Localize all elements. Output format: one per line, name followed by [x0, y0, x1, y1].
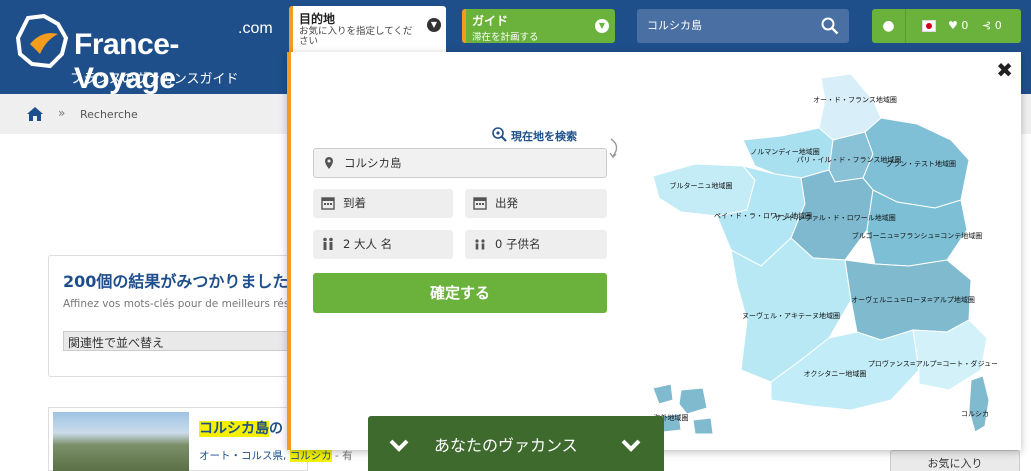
chevron-down-icon: ▼	[595, 19, 609, 33]
map-pin-icon	[325, 157, 333, 169]
calendar-icon	[321, 197, 335, 210]
france-map-logo-icon	[15, 14, 69, 69]
favorites-counter[interactable]: ♥ 0	[948, 9, 968, 43]
confirm-button[interactable]: 確定する	[313, 273, 607, 313]
user-icon[interactable]: ●	[872, 9, 906, 43]
close-icon[interactable]: ✖	[996, 58, 1013, 82]
adults-select[interactable]: 2 大人 名	[313, 230, 453, 259]
geolocate-link[interactable]: 現在地を検索	[511, 128, 577, 144]
listing-meta-highlight: コルシカ	[289, 450, 332, 462]
account-bar: ● ♥ 0 ⊰ 0	[872, 9, 1021, 43]
breadcrumb-current: Recherche	[80, 108, 138, 121]
departure-date-field[interactable]: 出発	[465, 189, 607, 218]
sort-select[interactable]: 関連性で並べ替え	[63, 331, 303, 351]
region-label-centre: サントル-ヴァル・ド・ロワール地域圏	[774, 213, 896, 222]
children-icon	[475, 239, 485, 250]
breadcrumb-separator: »	[58, 106, 66, 120]
favorite-button[interactable]: お気に入り	[890, 450, 1020, 471]
curved-arrow-icon	[609, 138, 618, 159]
region-bretagne[interactable]	[652, 163, 756, 217]
japan-flag-icon[interactable]	[922, 20, 936, 32]
listing-title-rest: の	[269, 421, 283, 437]
region-label-nouvelle-aquitaine: ヌーヴェル・アキテーヌ地域圏	[742, 311, 840, 320]
listing-meta-suffix: - 有	[331, 450, 353, 462]
region-label-bourgogne: ブルゴーニュ=フランシュ=コンテ地域圏	[852, 231, 983, 240]
listing-image[interactable]	[53, 412, 189, 471]
departure-label: 出発	[495, 196, 518, 210]
listing-meta-prefix: オート・コルス県,	[199, 450, 290, 462]
listing-title-highlight: コルシカ島	[199, 421, 269, 437]
children-select[interactable]: 0 子供名	[465, 230, 607, 259]
share-icon: ⊰	[982, 19, 992, 32]
adults-icon	[323, 237, 333, 250]
favorites-count: 0	[961, 19, 969, 32]
region-label-corse: コルシカ	[961, 410, 989, 418]
guide-button-title: ガイド	[472, 14, 509, 28]
destination-tab-subtitle: お気に入りを指定してください	[299, 26, 413, 47]
guide-button[interactable]: ガイド 滞在を計画する ▼	[462, 9, 615, 43]
search-icon[interactable]	[821, 17, 839, 35]
region-corse[interactable]	[968, 375, 990, 433]
arrival-label: 到着	[343, 196, 366, 210]
list-item[interactable]: コルシカ島の オート・コルス県, コルシカ - 有	[48, 407, 353, 471]
search-input-value: コルシカ島	[647, 19, 702, 32]
heart-icon: ♥	[948, 19, 958, 32]
vacation-bar-label: あなたのヴァカンス	[434, 436, 578, 455]
chevron-down-icon	[621, 439, 641, 452]
adults-label: 2 大人 名	[343, 237, 393, 251]
region-label-normandie: ノルマンディー地域圏	[750, 147, 820, 156]
logo-tagline: フランスのヴァカンスガイド	[70, 72, 239, 87]
site-logo[interactable]: France-Voyage .com フランスのヴァカンスガイド	[10, 10, 280, 95]
region-label-grand-est: グラン・テスト地域圏	[886, 159, 956, 168]
region-label-occitanie: オクシタニー地域圏	[804, 369, 867, 378]
france-regions-map: オー・ド・フランス地域圏 ノルマンディー地域圏 パリ・イル・ド・フランス地域圏 …	[652, 73, 997, 435]
destination-tab-title: 目的地	[299, 12, 336, 26]
share-counter[interactable]: ⊰ 0	[982, 9, 1002, 43]
results-hint: Affinez vos mots-clés pour de meilleurs …	[63, 298, 319, 310]
vacation-bar[interactable]: あなたのヴァカンス	[368, 416, 664, 471]
calendar-icon	[473, 197, 487, 210]
chevron-down-icon	[389, 439, 409, 452]
results-summary-card: 200個の結果がみつかりました Affinez vos mots-clés po…	[48, 255, 319, 377]
listing-title[interactable]: コルシカ島の	[199, 418, 283, 438]
guide-button-subtitle: 滞在を計画する	[472, 32, 539, 43]
children-label: 0 子供名	[495, 237, 541, 251]
results-count-title: 200個の結果がみつかりました	[63, 272, 289, 291]
region-label-paca: プロヴァンス=アルプ=コート・ダジュール地域圏	[868, 359, 997, 368]
region-label-auvergne: オーヴェルニュ=ローヌ=アルプ地域圏	[851, 295, 975, 304]
share-count: 0	[994, 19, 1002, 32]
locate-icon[interactable]	[491, 126, 507, 142]
location-field-value: コルシカ島	[344, 156, 402, 170]
region-label-hauts-de-france: オー・ド・フランス地域圏	[813, 95, 897, 104]
chevron-down-icon: ▼	[427, 18, 441, 32]
destination-tab[interactable]: 目的地 お気に入りを指定してください ▼	[289, 6, 446, 52]
logo-com: .com	[238, 20, 273, 37]
arrival-date-field[interactable]: 到着	[313, 189, 453, 218]
search-input[interactable]: コルシカ島	[637, 9, 849, 43]
location-field[interactable]: コルシカ島	[313, 148, 607, 178]
destination-panel: ✖ 現在地を検索 コルシカ島 到着 出発 2 大人 名 0 子供名 確定する オ…	[287, 52, 1021, 450]
region-label-bretagne: ブルターニュ地域圏	[670, 181, 733, 190]
listing-meta: オート・コルス県, コルシカ - 有	[199, 448, 353, 463]
home-icon[interactable]	[26, 105, 44, 123]
